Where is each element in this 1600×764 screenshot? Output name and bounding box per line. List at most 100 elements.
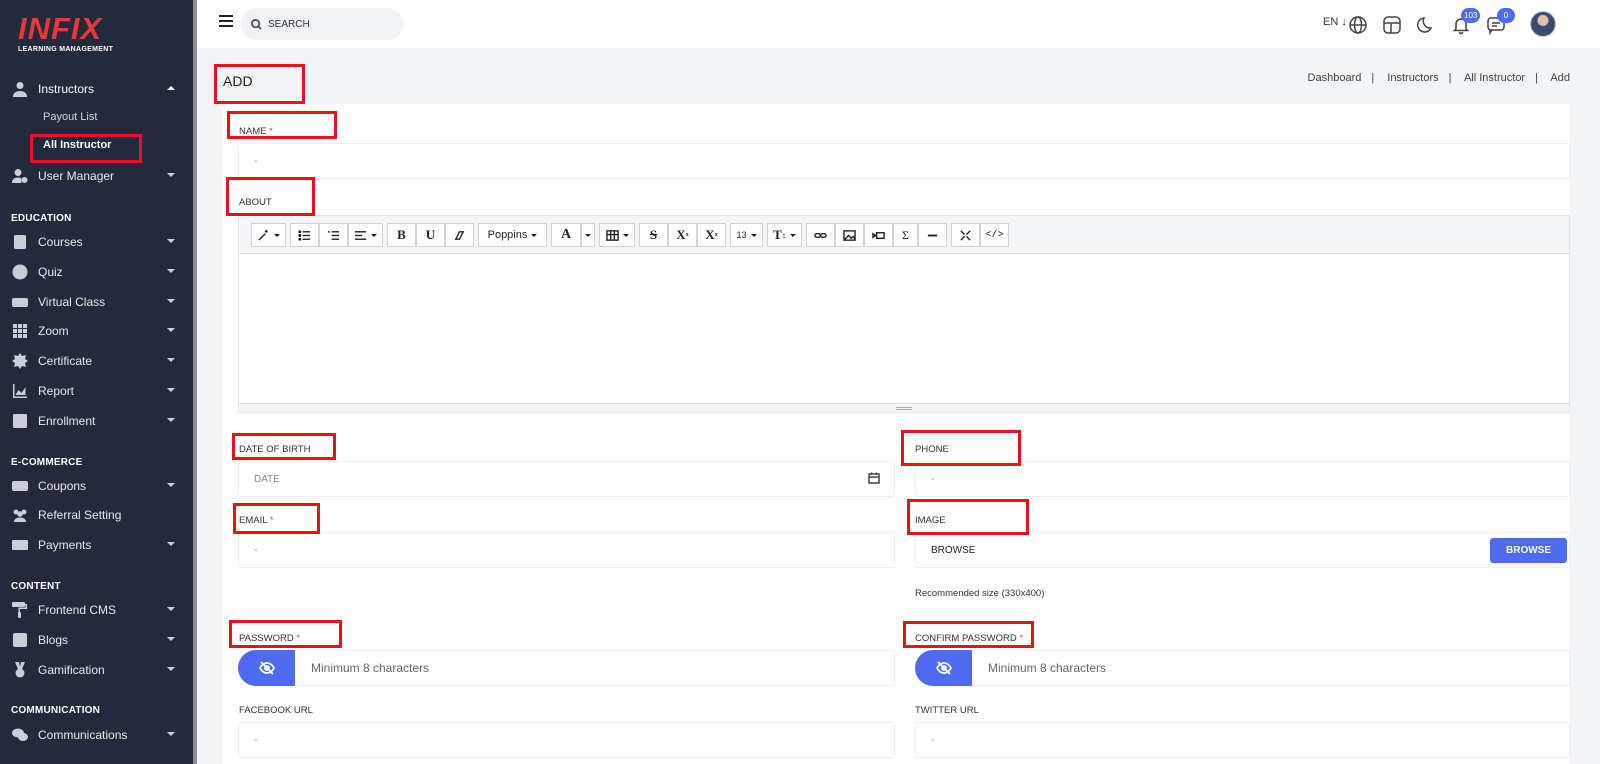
chevron-down-icon <box>167 732 175 736</box>
formula-button[interactable]: Σ <box>893 223 918 247</box>
sidebar-item-enrollment[interactable]: Enrollment <box>0 407 193 435</box>
link-button[interactable] <box>806 223 835 247</box>
ordered-list-button[interactable] <box>319 223 348 247</box>
eye-slash-icon <box>258 661 275 675</box>
medal-icon <box>11 662 28 679</box>
sidebar-item-communications[interactable]: Communications <box>0 721 193 749</box>
notification-badge: 103 <box>1461 8 1481 23</box>
date-of-birth-input[interactable] <box>238 461 895 497</box>
sidebar-item-payments[interactable]: Payments <box>0 531 193 559</box>
font-color-button[interactable]: A <box>551 223 581 247</box>
enrollment-icon <box>11 413 28 430</box>
facebook-url-input[interactable] <box>238 722 895 758</box>
sidebar-item-quiz[interactable]: Quiz <box>0 258 193 286</box>
grid-icon <box>11 323 28 340</box>
comments-icon <box>11 727 28 744</box>
sidebar-item-frontend-cms[interactable]: Frontend CMS <box>0 596 193 624</box>
align-button[interactable] <box>348 223 383 247</box>
twitter-url-input[interactable] <box>915 722 1570 758</box>
font-size-dropdown[interactable]: 13 <box>730 223 763 247</box>
breadcrumb-all-instructor[interactable]: All Instructor <box>1464 72 1525 84</box>
password-label: PASSWORD * <box>239 633 301 644</box>
book-icon <box>11 234 28 251</box>
sidebar-section-communication: COMMUNICATION <box>11 705 101 716</box>
image-file-placeholder: BROWSE <box>931 545 976 556</box>
strikethrough-button[interactable]: S <box>639 223 668 247</box>
breadcrumb-instructors[interactable]: Instructors <box>1387 72 1438 84</box>
image-button[interactable] <box>835 223 864 247</box>
chevron-up-icon <box>167 86 175 90</box>
chevron-down-icon <box>167 173 175 177</box>
sidebar-item-label: Payments <box>38 538 92 552</box>
money-bill-icon <box>11 537 28 554</box>
phone-input[interactable] <box>915 461 1570 497</box>
name-input[interactable] <box>238 143 1570 179</box>
sidebar-subitem-payout-list[interactable]: Payout List <box>43 111 97 123</box>
password-visibility-toggle[interactable] <box>238 650 295 686</box>
sidebar-scrollbar[interactable] <box>193 0 197 764</box>
chat-icon[interactable]: 0 <box>1486 8 1515 36</box>
line-height-button[interactable]: T ↕ <box>767 223 802 247</box>
bell-icon[interactable]: 103 <box>1451 8 1481 35</box>
sidebar-item-report[interactable]: Report <box>0 377 193 405</box>
calendar-icon[interactable] <box>868 471 880 484</box>
subscript-button[interactable]: Xx <box>697 223 726 247</box>
confirm-password-visibility-toggle[interactable] <box>915 650 972 686</box>
menu-toggle-icon[interactable] <box>219 15 233 27</box>
sidebar-section-content: CONTENT <box>11 581 61 592</box>
horizontal-rule-button[interactable] <box>918 223 947 247</box>
confirm-password-input[interactable] <box>972 650 1570 686</box>
email-input[interactable] <box>238 532 895 568</box>
code-view-button[interactable]: </> <box>980 223 1009 247</box>
font-family-value: Poppins <box>487 229 528 241</box>
sidebar-item-instructors[interactable]: Instructors <box>0 75 193 103</box>
sidebar-item-label: Certificate <box>38 354 93 368</box>
sidebar-item-virtual-class[interactable]: Virtual Class <box>0 288 193 316</box>
table-button[interactable] <box>599 223 635 247</box>
video-button[interactable] <box>864 223 893 247</box>
sidebar-item-label: Courses <box>38 235 83 249</box>
user-icon <box>11 81 28 98</box>
underline-button[interactable]: U <box>416 223 445 247</box>
moon-icon[interactable] <box>1416 15 1436 35</box>
sidebar-item-zoom[interactable]: Zoom <box>0 317 193 345</box>
superscript-button[interactable]: Xx <box>668 223 697 247</box>
avatar[interactable] <box>1530 11 1556 37</box>
chevron-down-icon <box>167 607 175 611</box>
font-family-dropdown[interactable]: Poppins <box>478 223 547 247</box>
brand-logo[interactable]: INFIX LEARNING MANAGEMENT <box>18 13 128 58</box>
sidebar-item-gamification[interactable]: Gamification <box>0 656 193 684</box>
breadcrumb: Dashboard | Instructors | All Instructor | … <box>1307 72 1570 84</box>
sidebar-subitem-all-instructor[interactable]: All Instructor <box>43 139 111 151</box>
fullscreen-button[interactable] <box>951 223 980 247</box>
sidebar-item-label: Frontend CMS <box>38 603 117 617</box>
sidebar-item-referral-setting[interactable]: Referral Setting <box>0 501 193 529</box>
about-rich-text-editor[interactable]: B U Poppins A S Xx Xx 13 T ↕ Σ </> <box>238 215 1570 413</box>
sidebar-item-blogs[interactable]: Blogs <box>0 626 193 654</box>
chevron-down-icon <box>167 328 175 332</box>
bullet-list-button[interactable] <box>290 223 319 247</box>
search-input[interactable] <box>268 18 388 30</box>
layout-icon[interactable] <box>1382 15 1402 35</box>
password-input[interactable] <box>295 650 895 686</box>
pen-square-icon <box>11 632 28 649</box>
globe-icon[interactable] <box>1348 15 1368 35</box>
sidebar-item-coupons[interactable]: Coupons <box>0 472 193 500</box>
sidebar-item-certificate[interactable]: Certificate <box>0 347 193 375</box>
breadcrumb-dashboard[interactable]: Dashboard <box>1308 72 1362 84</box>
paint-roller-icon <box>11 602 28 619</box>
browse-button[interactable]: BROWSE <box>1490 538 1567 563</box>
bold-button[interactable]: B <box>387 223 416 247</box>
eraser-button[interactable] <box>445 223 474 247</box>
font-color-dropdown[interactable] <box>581 223 595 247</box>
sidebar-item-user-manager[interactable]: User Manager <box>0 162 193 190</box>
phone-label: PHONE <box>915 444 949 455</box>
image-file-field[interactable] <box>915 532 1570 568</box>
sidebar-item-courses[interactable]: Courses <box>0 228 193 256</box>
editor-resize-handle[interactable] <box>239 403 1569 412</box>
magic-style-button[interactable] <box>251 223 286 247</box>
language-selector[interactable]: EN ↓ <box>1323 16 1347 28</box>
vr-headset-icon <box>11 294 28 311</box>
topbar: EN ↓ 103 0 <box>197 0 1600 48</box>
search-box[interactable] <box>241 8 403 40</box>
